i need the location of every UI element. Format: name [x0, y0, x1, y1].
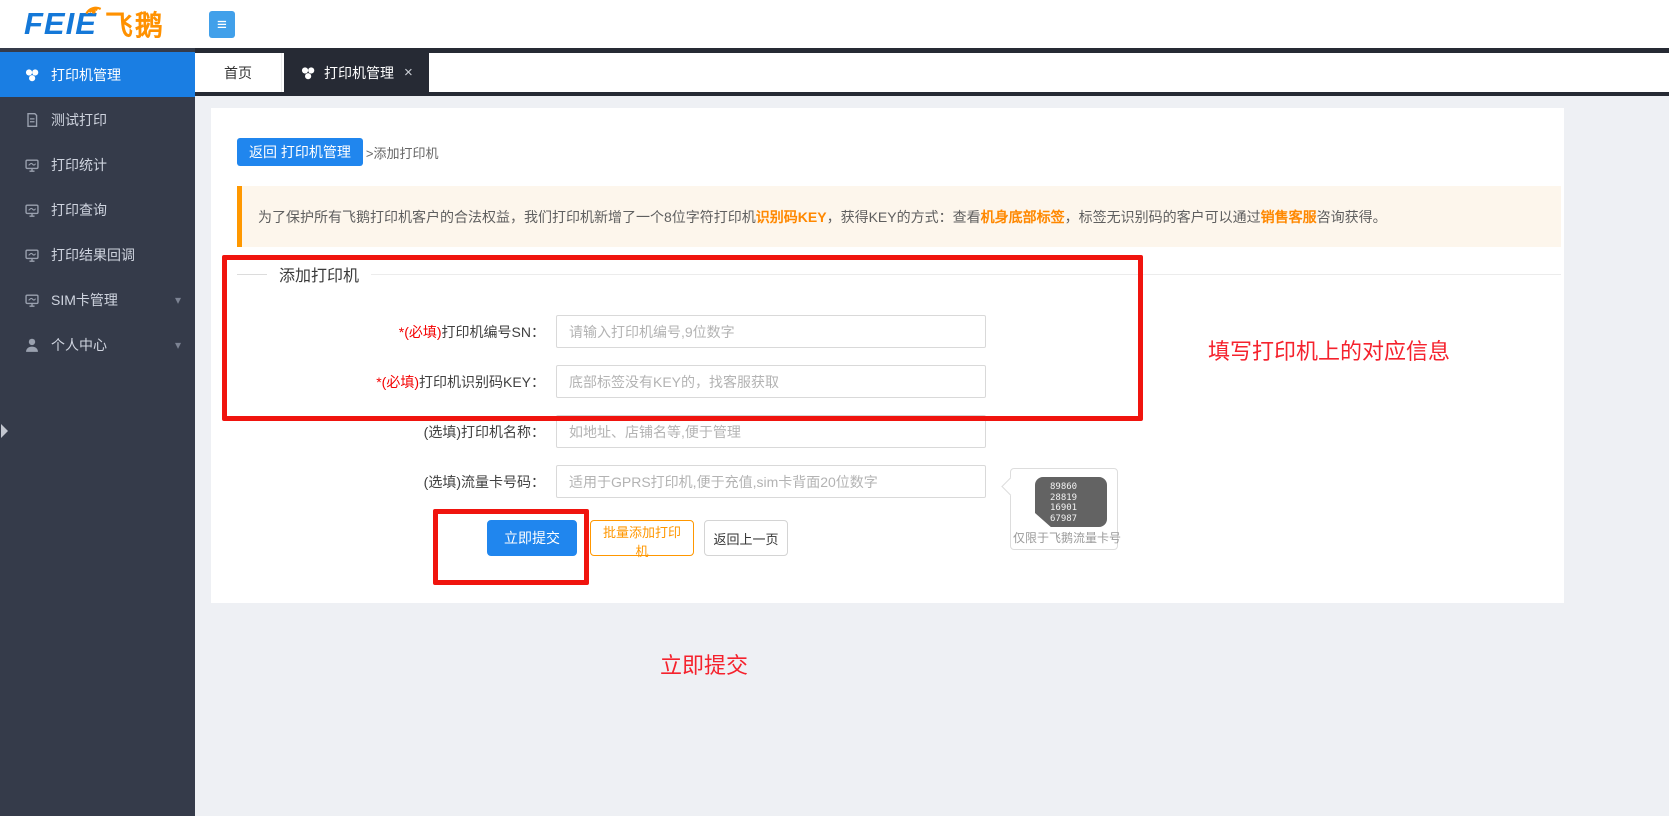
chevron-down-icon: ▾: [175, 338, 181, 352]
menu-icon: ≡: [217, 15, 227, 34]
sidebar-item-label: 打印机管理: [51, 65, 121, 85]
submit-button[interactable]: 立即提交: [487, 520, 577, 556]
required-mark: *(必填): [399, 324, 442, 340]
annotation-text-fill-info: 填写打印机上的对应信息: [1208, 334, 1450, 366]
annotation-text-submit: 立即提交: [660, 648, 748, 680]
printer-key-input[interactable]: [556, 365, 986, 398]
required-mark: *(必填): [376, 374, 419, 390]
sidebar-item-print-query[interactable]: 打印查询: [0, 187, 195, 232]
printer-key-label: *(必填)打印机识别码KEY：: [271, 365, 545, 399]
content-area: 返回 打印机管理 >添加打印机 为了保护所有飞鹅打印机客户的合法权益，我们打印机…: [195, 96, 1669, 816]
chevron-down-icon: ▾: [175, 293, 181, 307]
document-icon: [24, 112, 40, 128]
sim-number-line: 28819: [1050, 493, 1107, 504]
notice-text: 咨询获得。: [1317, 207, 1387, 227]
printer-sn-label: *(必填)打印机编号SN：: [271, 315, 545, 349]
sidebar-item-sim-management[interactable]: SIM卡管理 ▾: [0, 277, 195, 322]
sim-number-line: 89860: [1050, 482, 1107, 493]
breadcrumb-row: 返回 打印机管理 >添加打印机: [237, 138, 438, 166]
notice-text: ，标签无识别码的客户可以通过: [1065, 207, 1261, 227]
sidebar-item-test-print[interactable]: 测试打印: [0, 97, 195, 142]
legend-line-right: [371, 274, 1561, 275]
monitor-icon: [24, 247, 40, 263]
notice-highlight-link[interactable]: 销售客服: [1261, 207, 1317, 227]
logo-text-cn: 飞鹅: [105, 4, 165, 44]
sidebar-item-label: 打印统计: [51, 155, 107, 175]
legend-line-left: [237, 274, 267, 275]
sidebar-item-user-center[interactable]: 个人中心 ▾: [0, 322, 195, 367]
wifi-signal-icon: [80, 0, 104, 17]
sim-number-line: 16901: [1050, 503, 1107, 514]
sidebar-collapse-handle[interactable]: [1, 424, 8, 438]
tab-home[interactable]: 首页: [195, 53, 282, 92]
printer-cluster-icon: [300, 65, 316, 81]
app-logo[interactable]: FEIE 飞鹅: [24, 4, 165, 44]
form-legend-title: 添加打印机: [279, 262, 359, 286]
printer-sn-input[interactable]: [556, 315, 986, 348]
printer-cluster-icon: [24, 67, 40, 83]
form-button-row: 立即提交 批量添加打印机 返回上一页: [211, 520, 1564, 556]
printer-name-input[interactable]: [556, 415, 986, 448]
tooltip-arrow: [1001, 477, 1019, 495]
sim-card-caption: 仅限于飞鹅流量卡号: [1013, 529, 1121, 546]
app-header: FEIE 飞鹅 ≡: [0, 0, 1669, 48]
sim-number-line: 67987: [1050, 514, 1107, 525]
monitor-icon: [24, 157, 40, 173]
notice-highlight-link[interactable]: 机身底部标签: [981, 207, 1065, 227]
notice-highlight: 识别码KEY: [756, 207, 827, 227]
sidebar-item-label: 测试打印: [51, 110, 107, 130]
close-icon[interactable]: ×: [404, 64, 413, 81]
sidebar-item-label: 个人中心: [51, 335, 107, 355]
sidebar-item-printer-management[interactable]: 打印机管理: [0, 52, 195, 97]
sim-number-input[interactable]: [556, 465, 986, 498]
batch-add-button[interactable]: 批量添加打印机: [590, 520, 694, 556]
sim-number-label: (选填)流量卡号码：: [271, 465, 545, 499]
tab-label: 首页: [224, 63, 252, 83]
notice-banner: 为了保护所有飞鹅打印机客户的合法权益，我们打印机新增了一个8位字符打印机识别码K…: [237, 186, 1561, 247]
monitor-icon: [24, 202, 40, 218]
sidebar-item-print-stats[interactable]: 打印统计: [0, 142, 195, 187]
sidebar: 打印机管理 测试打印 打印统计 打印查询 打印结果回调 SIM卡管理 ▾: [0, 48, 195, 816]
tab-bar: 首页 打印机管理 ×: [195, 48, 1669, 96]
sidebar-toggle-button[interactable]: ≡: [209, 11, 235, 38]
tab-printer-management[interactable]: 打印机管理 ×: [284, 53, 429, 92]
monitor-icon: [24, 292, 40, 308]
form-legend: 添加打印机: [237, 262, 1561, 286]
sim-card-tip: 89860 28819 16901 67987 仅限于飞鹅流量卡号: [1010, 468, 1118, 550]
back-to-printer-management-button[interactable]: 返回 打印机管理: [237, 138, 363, 166]
sim-card-image: 89860 28819 16901 67987: [1035, 477, 1107, 527]
user-icon: [24, 337, 40, 353]
sidebar-item-label: SIM卡管理: [51, 290, 118, 310]
notice-text: 为了保护所有飞鹅打印机客户的合法权益，我们打印机新增了一个8位字符打印机: [258, 207, 756, 227]
back-previous-button[interactable]: 返回上一页: [704, 520, 788, 556]
sidebar-item-label: 打印查询: [51, 200, 107, 220]
notice-text: ，获得KEY的方式：查看: [827, 207, 981, 227]
sidebar-item-label: 打印结果回调: [51, 245, 135, 265]
printer-name-label: (选填)打印机名称：: [271, 415, 545, 449]
sidebar-item-print-callback[interactable]: 打印结果回调: [0, 232, 195, 277]
breadcrumb: >添加打印机: [366, 143, 439, 162]
tab-label: 打印机管理: [324, 63, 394, 83]
